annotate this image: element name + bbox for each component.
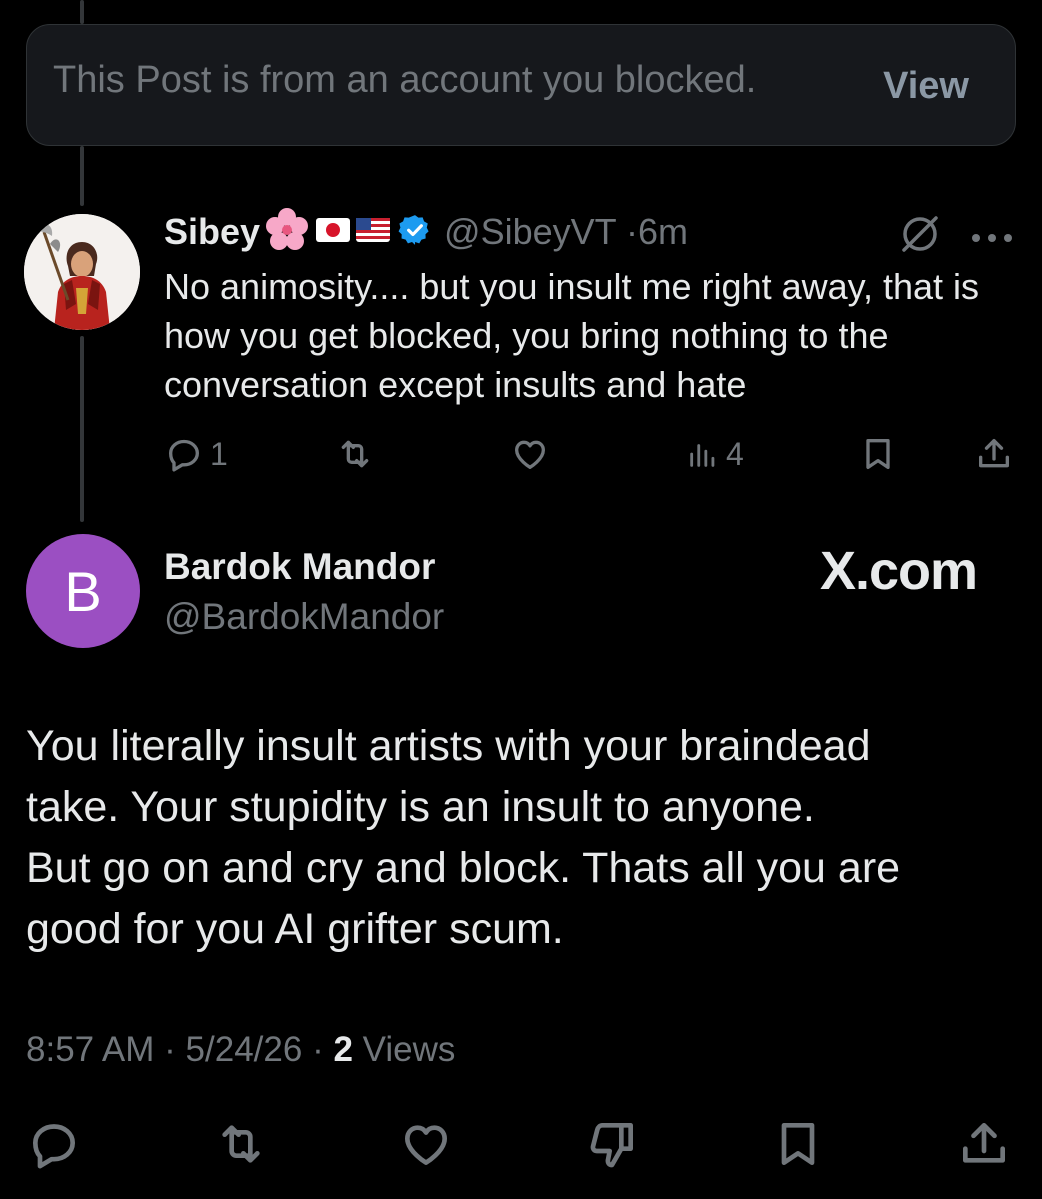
main-post-line: good for you AI grifter scum.	[26, 905, 564, 953]
share-icon	[979, 439, 1009, 468]
views-count: 2	[333, 1030, 353, 1069]
reply-icon	[33, 1124, 75, 1169]
reply-display-name[interactable]: Sibey	[164, 211, 260, 253]
repost-button[interactable]	[212, 1116, 270, 1177]
reply-text: No animosity.... but you insult me right…	[164, 266, 980, 405]
share-button[interactable]	[974, 432, 1014, 476]
views-count: 4	[726, 435, 744, 472]
share-icon	[963, 1123, 1005, 1163]
reply-handle[interactable]: @SibeyVT ·6m	[444, 211, 688, 253]
views-icon	[690, 444, 715, 467]
main-post-text: You literally insult artists with your b…	[26, 716, 1006, 960]
main-post-line: take. Your stupidity is an insult to any…	[26, 783, 815, 831]
japan-flag-icon	[316, 217, 351, 247]
x-com-watermark: X.com	[820, 541, 978, 601]
bookmark-button[interactable]	[770, 1116, 826, 1177]
post-time[interactable]: 8:57 AM	[26, 1030, 154, 1069]
blocked-notice-text: This Post is from an account you blocked…	[53, 59, 757, 101]
thread-line	[80, 0, 84, 24]
bookmark-icon	[781, 1123, 815, 1165]
cherry-blossom-icon	[264, 207, 310, 258]
like-icon	[405, 1125, 447, 1165]
post-date[interactable]: 5/24/26	[186, 1030, 303, 1069]
avatar[interactable]	[24, 214, 140, 330]
reply-icon	[169, 439, 199, 472]
avatar[interactable]: B	[26, 534, 140, 648]
repost-button[interactable]	[334, 432, 376, 476]
like-button[interactable]	[510, 432, 550, 476]
main-post-handle[interactable]: @BardokMandor	[164, 596, 444, 638]
thread-line	[80, 146, 84, 206]
grok-icon[interactable]	[898, 212, 942, 261]
like-icon	[515, 440, 545, 469]
dislike-button[interactable]	[584, 1116, 640, 1177]
like-button[interactable]	[398, 1116, 454, 1177]
reply-button[interactable]: 1	[164, 432, 228, 476]
post-metadata: 8:57 AM · 5/24/26 · 2 Views	[26, 1030, 456, 1069]
view-button[interactable]: View	[883, 65, 969, 108]
reply-button[interactable]	[26, 1116, 82, 1177]
main-post-line: You literally insult artists with your b…	[26, 722, 871, 770]
views-button[interactable]: 4	[686, 432, 744, 476]
views-label[interactable]: Views	[363, 1030, 456, 1069]
repost-icon	[341, 440, 369, 468]
bookmark-icon	[866, 439, 890, 469]
share-button[interactable]	[956, 1116, 1012, 1177]
verified-icon	[398, 213, 432, 252]
us-flag-icon	[356, 217, 391, 247]
repost-icon	[222, 1125, 260, 1163]
reply-count: 1	[210, 435, 228, 472]
reply-header: Sibey @SibeyVT ·6m	[164, 206, 688, 258]
bookmark-button[interactable]	[858, 432, 898, 476]
main-post-line: But go on and cry and block. Thats all y…	[26, 844, 901, 892]
thread-line	[80, 336, 84, 522]
more-icon[interactable]	[970, 216, 1014, 246]
blocked-post-notice: This Post is from an account you blocked…	[26, 24, 1016, 146]
main-post-display-name[interactable]: Bardok Mandor	[164, 546, 435, 588]
dislike-icon	[590, 1123, 633, 1168]
